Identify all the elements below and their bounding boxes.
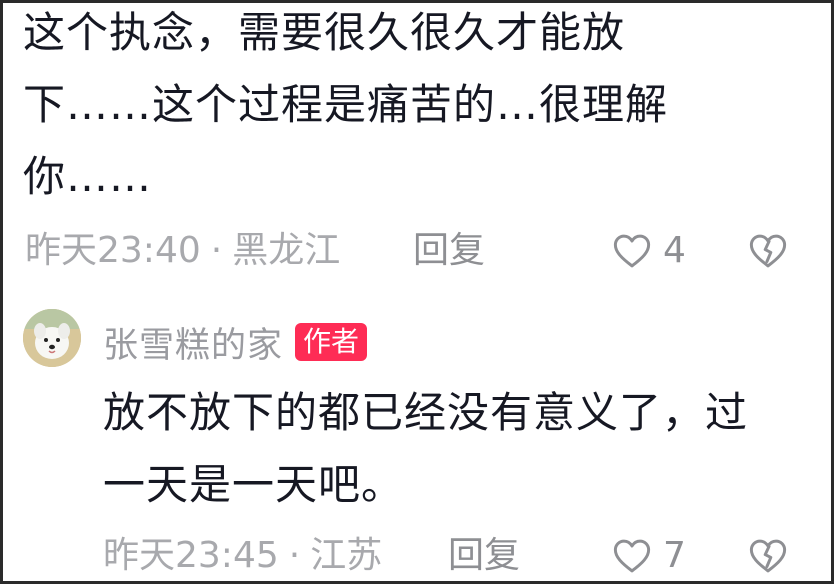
like-count: 4	[663, 230, 686, 271]
comment-thread: 这个执念，需要很久很久才能放 下……这个过程是痛苦的…很理解 你…… 昨天23:…	[0, 0, 834, 584]
like-count: 7	[663, 535, 686, 576]
author-row: 张雪糕的家 作者	[103, 317, 368, 368]
comment-timestamp: 昨天23:45	[103, 535, 279, 576]
like-button[interactable]: 4	[611, 226, 686, 276]
author-badge: 作者	[295, 323, 368, 361]
broken-heart-icon[interactable]	[747, 535, 789, 577]
comment-time-location: 昨天23:45 · 江苏	[103, 531, 382, 581]
heart-outline-icon	[613, 539, 651, 573]
comment-line: 放不放下的都已经没有意义了，过	[103, 388, 749, 437]
comment-time-location: 昨天23:40 · 黑龙江	[25, 226, 340, 276]
comment-line: 一天是一天吧。	[103, 460, 405, 509]
comment-location: 江苏	[310, 535, 383, 576]
comment-meta: 昨天23:45 · 江苏 回复 7	[3, 531, 831, 581]
comment-line: 这个执念，需要很久很久才能放	[23, 8, 626, 57]
broken-heart-icon[interactable]	[747, 230, 789, 272]
dog-avatar-image	[23, 309, 81, 367]
heart-outline-icon	[613, 234, 651, 268]
comment-line: 下……这个过程是痛苦的…很理解	[23, 80, 669, 129]
comment-body: 放不放下的都已经没有意义了，过 一天是一天吧。	[103, 377, 803, 521]
comment-timestamp: 昨天23:40	[25, 230, 201, 271]
author-name[interactable]: 张雪糕的家	[103, 317, 283, 368]
comment-line: 你……	[23, 152, 153, 201]
comment-location: 黑龙江	[232, 230, 341, 271]
reply-button[interactable]: 回复	[413, 226, 485, 276]
meta-separator: ·	[210, 230, 223, 271]
meta-separator: ·	[288, 535, 301, 576]
comment-body: 这个执念，需要很久很久才能放 下……这个过程是痛苦的…很理解 你……	[23, 3, 723, 213]
reply-button[interactable]: 回复	[448, 531, 520, 581]
avatar[interactable]	[23, 309, 81, 367]
like-button[interactable]: 7	[611, 531, 686, 581]
comment-meta: 昨天23:40 · 黑龙江 回复 4	[3, 226, 831, 276]
